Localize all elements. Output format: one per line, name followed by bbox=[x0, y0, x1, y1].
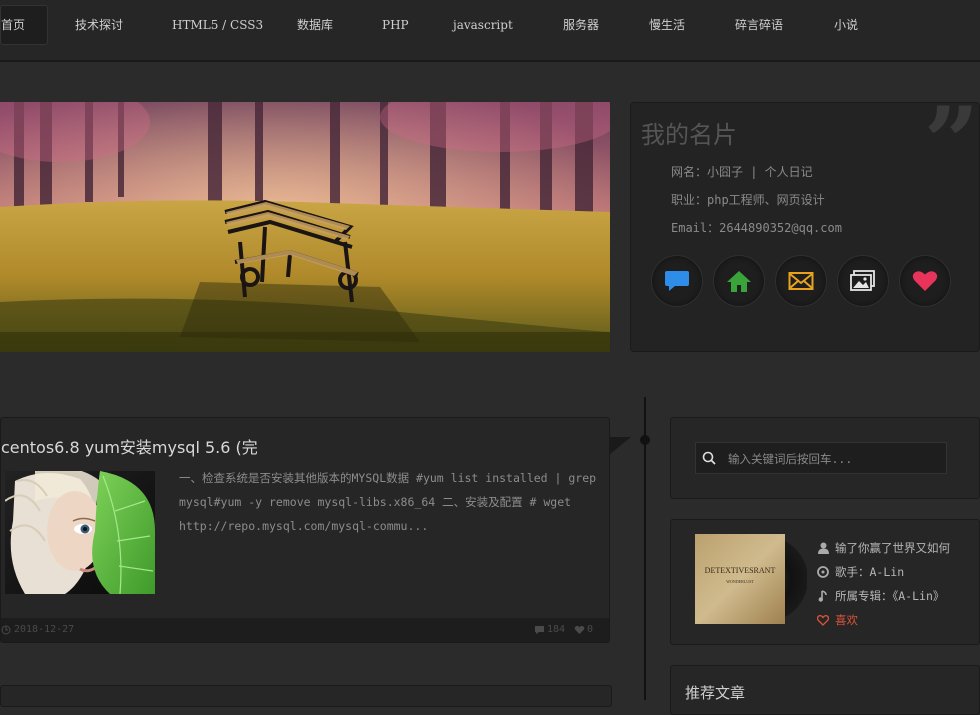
profile-job: 职业：php工程师、网页设计 bbox=[671, 193, 825, 207]
nav-item-label: javascript bbox=[453, 18, 513, 32]
nav-item-label: 技术探讨 bbox=[75, 18, 124, 32]
album-cover-image: DETEXTIVESRANT WONDERLUST bbox=[695, 534, 808, 624]
park-bench-scene bbox=[0, 102, 610, 352]
nav-item-slow-life[interactable]: 慢生活 bbox=[649, 0, 685, 50]
nav-item-label: PHP bbox=[382, 18, 409, 32]
search-input[interactable] bbox=[726, 449, 940, 469]
svg-text:WONDERLUST: WONDERLUST bbox=[726, 579, 754, 584]
home-icon bbox=[727, 271, 751, 292]
home-button[interactable] bbox=[713, 255, 765, 307]
nav-item-label: 首页 bbox=[1, 18, 26, 32]
nav-item-label: 服务器 bbox=[563, 18, 600, 32]
profile-netname: 网名：小囧子 | 个人日记 bbox=[671, 165, 813, 179]
album-cover[interactable]: DETEXTIVESRANT WONDERLUST bbox=[695, 534, 808, 624]
profile-card: ” 我的名片 网名：小囧子 | 个人日记 职业：php工程师、网页设计 Emai… bbox=[630, 95, 980, 352]
nav-item-home[interactable]: 首页 bbox=[0, 5, 48, 45]
top-navigation: 首页 技术探讨 HTML5 / CSS3 数据库 PHP javascript … bbox=[0, 0, 980, 62]
like-song-button[interactable]: 喜欢 bbox=[817, 612, 858, 628]
post-arrow bbox=[609, 437, 631, 455]
search-box bbox=[695, 442, 947, 474]
article-date-text: 2018-12-27 bbox=[14, 624, 75, 635]
article-date: 2018-12-27 bbox=[1, 624, 74, 635]
next-article-card bbox=[0, 685, 612, 707]
nav-item-html5-css3[interactable]: HTML5 / CSS3 bbox=[172, 0, 263, 50]
song-title-row: 输了你赢了世界又如何 bbox=[817, 540, 950, 556]
like-count: 0 bbox=[587, 624, 594, 635]
article-footer: 2018-12-27 184 0 bbox=[1, 618, 609, 642]
heart-button[interactable] bbox=[899, 255, 951, 307]
nav-item-musings[interactable]: 碎言碎语 bbox=[735, 0, 783, 50]
nav-item-label: 小说 bbox=[834, 18, 859, 32]
user-icon bbox=[817, 542, 829, 554]
search-icon[interactable] bbox=[702, 451, 716, 465]
quote-mark-icon: ” bbox=[923, 86, 979, 199]
article-title[interactable]: centos6.8 yum安装mysql 5.6 (完 bbox=[1, 434, 258, 458]
mail-button[interactable] bbox=[775, 255, 827, 307]
nav-item-javascript[interactable]: javascript bbox=[453, 0, 513, 50]
mail-icon bbox=[788, 272, 814, 290]
girl-leaf-image bbox=[5, 471, 155, 594]
heart-outline-icon bbox=[817, 614, 829, 626]
music-player-panel: DETEXTIVESRANT WONDERLUST 输了你赢了世界又如何 歌手：… bbox=[670, 519, 980, 645]
nav-item-novel[interactable]: 小说 bbox=[834, 0, 858, 50]
article-likes[interactable]: 0 bbox=[574, 624, 593, 635]
music-note-icon bbox=[818, 590, 827, 602]
singer-row: 歌手：A-Lin bbox=[817, 564, 904, 580]
article-thumbnail[interactable] bbox=[5, 471, 155, 594]
comment-icon bbox=[535, 625, 544, 634]
article-excerpt: 一、检查系统是否安装其他版本的MYSQL数据 #yum list install… bbox=[179, 471, 597, 533]
nav-item-server[interactable]: 服务器 bbox=[563, 0, 599, 50]
nav-item-label: HTML5 / CSS3 bbox=[172, 18, 264, 32]
nav-item-label: 数据库 bbox=[297, 18, 334, 32]
album-name: 所属专辑：《A-Lin》 bbox=[835, 589, 945, 603]
chat-button[interactable] bbox=[651, 255, 703, 307]
profile-title: 我的名片 bbox=[641, 121, 737, 149]
heart-icon bbox=[912, 271, 938, 291]
disc-icon bbox=[817, 566, 829, 578]
album-row: 所属专辑：《A-Lin》 bbox=[817, 588, 944, 604]
nav-item-tech[interactable]: 技术探讨 bbox=[75, 0, 123, 50]
search-panel bbox=[670, 417, 980, 499]
comment-count: 184 bbox=[547, 624, 566, 635]
like-heart-icon bbox=[574, 625, 585, 634]
clock-icon bbox=[1, 625, 11, 634]
singer-name: 歌手：A-Lin bbox=[835, 565, 905, 579]
like-label: 喜欢 bbox=[835, 613, 858, 627]
chat-icon bbox=[665, 271, 689, 291]
article-card: centos6.8 yum安装mysql 5.6 (完 一、检查系统是否安装其他… bbox=[0, 417, 610, 643]
article-comments[interactable]: 184 bbox=[534, 624, 565, 635]
profile-email: Email：2644890352@qq.com bbox=[671, 221, 842, 235]
banner-image bbox=[0, 102, 610, 352]
recommended-articles-panel: 推荐文章 bbox=[670, 665, 980, 715]
song-title: 输了你赢了世界又如何 bbox=[835, 541, 950, 555]
svg-text:DETEXTIVESRANT: DETEXTIVESRANT bbox=[705, 566, 776, 575]
nav-item-label: 碎言碎语 bbox=[735, 18, 784, 32]
nav-item-php[interactable]: PHP bbox=[382, 0, 409, 50]
nav-item-label: 慢生活 bbox=[649, 18, 686, 32]
timeline-dot bbox=[640, 435, 650, 445]
nav-item-database[interactable]: 数据库 bbox=[297, 0, 333, 50]
gallery-icon bbox=[850, 270, 875, 291]
gallery-button[interactable] bbox=[837, 255, 889, 307]
